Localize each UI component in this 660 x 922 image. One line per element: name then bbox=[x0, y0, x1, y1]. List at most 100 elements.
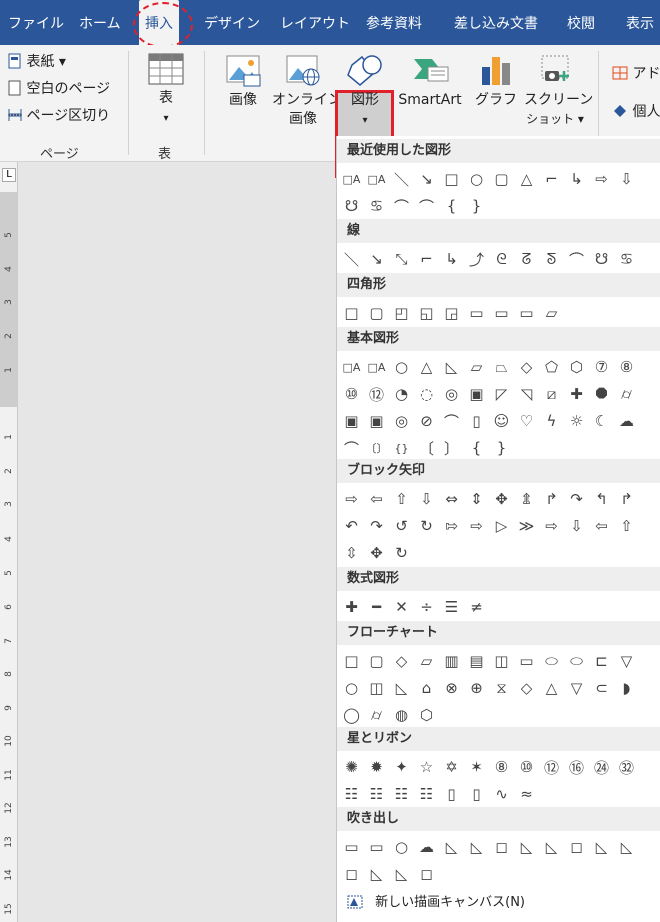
cover-page-button[interactable]: 表紙 ▾ bbox=[8, 51, 66, 73]
screenshot-button[interactable]: スクリーン ショット ▾ bbox=[524, 53, 593, 129]
shape-item[interactable]: ◺ bbox=[439, 354, 464, 380]
shape-item[interactable]: ⌐ bbox=[539, 166, 564, 192]
shape-item[interactable]: ◻ bbox=[414, 861, 439, 887]
shape-item[interactable]: ☷ bbox=[414, 781, 439, 807]
shape-item[interactable]: ⊕ bbox=[464, 675, 489, 701]
shape-item[interactable]: ◇ bbox=[389, 648, 414, 674]
shape-item[interactable]: △ bbox=[539, 675, 564, 701]
shape-item[interactable]: ⇨ bbox=[589, 166, 614, 192]
shape-item[interactable]: ▥ bbox=[439, 648, 464, 674]
graph-button[interactable]: グラフ bbox=[474, 53, 518, 110]
shape-item[interactable]: ▭ bbox=[464, 300, 489, 326]
shape-item[interactable]: ▯ bbox=[439, 781, 464, 807]
new-drawing-canvas-item[interactable]: 新しい描画キャンバス(N) bbox=[337, 888, 660, 918]
shape-item[interactable]: ◎ bbox=[389, 408, 414, 434]
shape-item[interactable]: ◱ bbox=[414, 300, 439, 326]
shape-item[interactable]: ━ bbox=[364, 594, 389, 620]
shape-item[interactable]: ⑦ bbox=[589, 354, 614, 380]
shape-item[interactable]: ⇰ bbox=[439, 513, 464, 539]
shape-item[interactable]: □A bbox=[364, 354, 389, 380]
shape-item[interactable]: ⑩ bbox=[514, 754, 539, 780]
shape-item[interactable]: ⧖ bbox=[489, 675, 514, 701]
shape-item[interactable]: ▷ bbox=[489, 513, 514, 539]
shape-item[interactable]: ⇧ bbox=[389, 486, 414, 512]
shape-item[interactable]: ⬡ bbox=[414, 702, 439, 728]
shape-item[interactable]: ⇧ bbox=[614, 513, 639, 539]
shape-item[interactable]: ◗ bbox=[614, 675, 639, 701]
shape-item[interactable]: ⇕ bbox=[464, 486, 489, 512]
shape-item[interactable]: ＼ bbox=[389, 166, 414, 192]
table-button[interactable]: 表 ▾ bbox=[146, 53, 186, 128]
shape-item[interactable]: ≈ bbox=[514, 781, 539, 807]
shape-item[interactable]: ⊏ bbox=[589, 648, 614, 674]
shape-item[interactable]: } bbox=[464, 193, 489, 219]
shape-item[interactable]: ✕ bbox=[389, 594, 414, 620]
shape-item[interactable]: ◯ bbox=[339, 702, 364, 728]
shape-item[interactable]: ⇩ bbox=[614, 166, 639, 192]
shape-item[interactable]: ▱ bbox=[414, 648, 439, 674]
shape-item[interactable]: ᘕ bbox=[539, 246, 564, 272]
shape-item[interactable]: ⬭ bbox=[564, 648, 589, 674]
shape-item[interactable]: ⇦ bbox=[364, 486, 389, 512]
shape-item[interactable]: ☋ bbox=[589, 246, 614, 272]
shape-item[interactable]: ▭ bbox=[514, 300, 539, 326]
personal-addins-button[interactable]: 個人 bbox=[612, 101, 660, 123]
tab-selector[interactable]: L bbox=[2, 168, 16, 182]
shape-item[interactable]: ㉜ bbox=[614, 754, 639, 780]
shape-item[interactable]: ▽ bbox=[564, 675, 589, 701]
shape-item[interactable]: ⊂ bbox=[589, 675, 614, 701]
shape-item[interactable]: ↻ bbox=[389, 540, 414, 566]
shape-item[interactable]: ◺ bbox=[389, 861, 414, 887]
shape-item[interactable]: ✚ bbox=[339, 594, 364, 620]
shape-item[interactable]: ◺ bbox=[589, 834, 614, 860]
shape-item[interactable]: ⌒ bbox=[414, 193, 439, 219]
shape-item[interactable]: ▢ bbox=[489, 166, 514, 192]
shape-item[interactable]: ⇨ bbox=[539, 513, 564, 539]
shape-item[interactable]: ⤴ bbox=[464, 246, 489, 272]
page-break-button[interactable]: ページ区切り bbox=[8, 105, 110, 127]
shape-item[interactable]: ◹ bbox=[514, 381, 539, 407]
tab-review[interactable]: 校閲 bbox=[567, 0, 595, 45]
shape-item[interactable]: □ bbox=[339, 300, 364, 326]
shape-item[interactable]: ≫ bbox=[514, 513, 539, 539]
shape-item[interactable]: ⌭ bbox=[614, 381, 639, 407]
shape-item[interactable]: ⤡ bbox=[389, 246, 414, 272]
shape-item[interactable]: ▣ bbox=[339, 408, 364, 434]
shape-item[interactable]: ⧄ bbox=[539, 381, 564, 407]
shape-item[interactable]: ☷ bbox=[364, 781, 389, 807]
shape-item[interactable]: □A bbox=[364, 166, 389, 192]
shape-item[interactable]: ↘ bbox=[364, 246, 389, 272]
shape-item[interactable]: ☷ bbox=[339, 781, 364, 807]
tab-file[interactable]: ファイル bbox=[8, 0, 64, 45]
shape-item[interactable]: ◎ bbox=[439, 381, 464, 407]
shape-item[interactable]: ◺ bbox=[539, 834, 564, 860]
shape-item[interactable]: ⌂ bbox=[414, 675, 439, 701]
shape-item[interactable]: ▭ bbox=[489, 300, 514, 326]
shape-item[interactable]: ⑫ bbox=[364, 381, 389, 407]
shape-item[interactable]: ☷ bbox=[389, 781, 414, 807]
online-image-button[interactable]: オンライン 画像 bbox=[272, 53, 342, 129]
shape-item[interactable]: ◲ bbox=[439, 300, 464, 326]
shape-item[interactable]: ▽ bbox=[614, 648, 639, 674]
shape-item[interactable]: ◫ bbox=[364, 675, 389, 701]
shape-item[interactable]: ⌐ bbox=[414, 246, 439, 272]
tab-mailings[interactable]: 差し込み文書 bbox=[454, 0, 538, 45]
shape-item[interactable]: ⇳ bbox=[339, 540, 364, 566]
shape-item[interactable]: □ bbox=[439, 166, 464, 192]
shape-item[interactable]: ↷ bbox=[364, 513, 389, 539]
shape-item[interactable]: ▤ bbox=[464, 648, 489, 674]
shape-item[interactable]: ⬠ bbox=[539, 354, 564, 380]
shape-item[interactable]: ◺ bbox=[614, 834, 639, 860]
shape-item[interactable]: ⇨ bbox=[339, 486, 364, 512]
shape-item[interactable]: ᘓ bbox=[489, 246, 514, 272]
shape-item[interactable]: ▭ bbox=[339, 834, 364, 860]
shape-item[interactable]: ♋ bbox=[614, 246, 639, 272]
shape-item[interactable]: ⌒ bbox=[439, 408, 464, 434]
shape-item[interactable]: ⇨ bbox=[464, 513, 489, 539]
shape-item[interactable]: ▣ bbox=[364, 408, 389, 434]
shape-item[interactable]: ⑧ bbox=[614, 354, 639, 380]
shape-item[interactable]: ◫ bbox=[489, 648, 514, 674]
tab-home[interactable]: ホーム bbox=[79, 0, 121, 45]
shape-item[interactable]: ⯃ bbox=[589, 381, 614, 407]
shape-item[interactable]: ◺ bbox=[439, 834, 464, 860]
